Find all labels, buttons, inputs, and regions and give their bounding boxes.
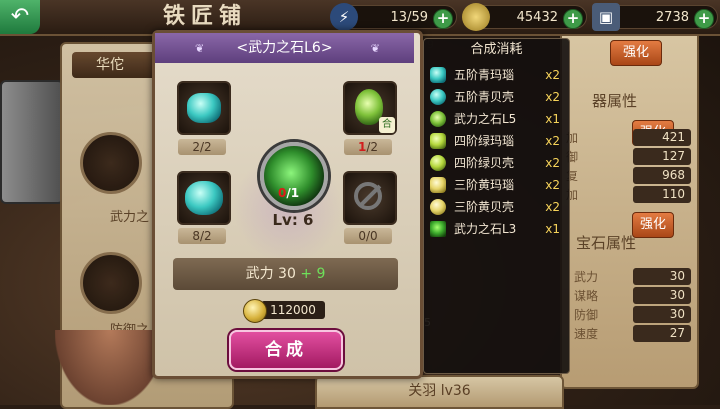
teal-shell-icon: [185, 181, 223, 215]
ingredient-count-1: 2/2: [178, 139, 226, 155]
gem-stat-row: 速度 27: [562, 324, 697, 344]
ingredient-count-4: 0/0: [344, 228, 392, 244]
equip-stat-row: 复 968: [562, 166, 697, 186]
cost-value: 112000: [261, 301, 325, 319]
teal-gem-icon: [430, 67, 446, 83]
flourish-left-icon: ❦: [195, 42, 205, 55]
add-stamina-button[interactable]: +: [433, 9, 453, 29]
hammer-icon: [0, 80, 64, 204]
craft-button[interactable]: 合成: [229, 330, 343, 370]
ingredient-count-3: 8/2: [178, 228, 226, 244]
consumption-title: 合成消耗: [470, 42, 523, 57]
green-gem-icon: [430, 133, 446, 149]
page-title: 铁匠铺: [162, 4, 247, 29]
gem-stat-row: 防御 30: [562, 305, 697, 325]
consumption-list: 合成消耗 五阶青玛瑙 x2 五阶青贝壳 x2 武力之石L5 x1 四阶绿玛瑙 x2 四阶…: [423, 38, 570, 374]
add-gems-button[interactable]: +: [694, 9, 714, 29]
equip-stat-row: 御 127: [562, 147, 697, 167]
gem-slot-2[interactable]: [80, 252, 142, 314]
back-arrow-icon[interactable]: ↶: [0, 0, 40, 34]
coin-icon: [243, 299, 267, 323]
equip-stat-row: 加 421: [562, 128, 697, 148]
list-item: 四阶绿玛瑙 x2: [428, 131, 566, 152]
combine-tag: 合: [379, 117, 395, 133]
yellow-shell-icon: [430, 199, 446, 215]
gem-slot-1-label: 武力之: [110, 210, 150, 225]
list-item: 五阶青贝壳 x2: [428, 87, 566, 108]
list-item: 五阶青玛瑙 x2: [428, 65, 566, 86]
upgrade-button-low[interactable]: 强化: [632, 212, 674, 238]
result-stat-bar: 武力 30 + 9: [173, 258, 398, 290]
yellow-gem-icon: [430, 177, 446, 193]
gem-stat-row: 谋略 30: [562, 286, 697, 306]
treasure-icon: ▣: [592, 3, 620, 31]
teal-gem-icon: [187, 93, 221, 123]
gold-counter: 45432 +: [462, 3, 587, 31]
upgrade-button-top[interactable]: 强化: [610, 40, 662, 66]
stamina-counter: ⚡ 13/59 +: [330, 3, 457, 31]
hero-tab-guanyu[interactable]: 关羽 lv36: [315, 375, 564, 409]
list-item: 三阶黄玛瑙 x2: [428, 175, 566, 196]
gem-counter: ▣ 2738 +: [592, 3, 718, 31]
result-count: 0/1: [278, 186, 300, 200]
teal-shell-icon: [430, 89, 446, 105]
green-shell-icon: [430, 155, 446, 171]
gem-slot-1[interactable]: [80, 132, 142, 194]
ingredient-slot-1[interactable]: [177, 81, 231, 135]
green-box-icon: [430, 221, 446, 237]
equip-stat-row: 加 110: [562, 185, 697, 205]
result-level: Lv: 6: [272, 211, 314, 229]
ingredient-count-2: 1/2: [344, 139, 392, 155]
list-item: 武力之石L3 x1: [428, 219, 566, 240]
forbidden-icon: [354, 182, 382, 210]
lightning-icon: ⚡: [330, 3, 358, 31]
add-gold-button[interactable]: +: [563, 9, 583, 29]
list-item: 四阶绿贝壳 x2: [428, 153, 566, 174]
equipment-stats-panel: 强化 器属性 强化 加421 御127 复968 加110 强化 宝石属性 武力…: [560, 30, 699, 389]
gem-stat-row: 武力 30: [562, 267, 697, 287]
list-item: 三阶黄贝壳 x2: [428, 197, 566, 218]
equip-attr-title: 器属性: [592, 92, 638, 110]
green-stone-icon: [430, 111, 446, 127]
flourish-right-icon: ❦: [370, 42, 380, 55]
ingredient-slot-2[interactable]: 合: [343, 81, 397, 135]
ingredient-slot-3[interactable]: [177, 171, 231, 225]
blacksmith-figure: [55, 330, 165, 405]
synthesis-dialog: <武力之石L6> ❦ ❦ 2/2 合 1/2 8/2 0/0 0/1 Lv: 6…: [152, 30, 423, 379]
ingredient-slot-4[interactable]: [343, 171, 397, 225]
coin-icon: [462, 3, 490, 31]
list-item: 武力之石L5 x1: [428, 109, 566, 130]
gem-attr-title: 宝石属性: [576, 234, 637, 252]
